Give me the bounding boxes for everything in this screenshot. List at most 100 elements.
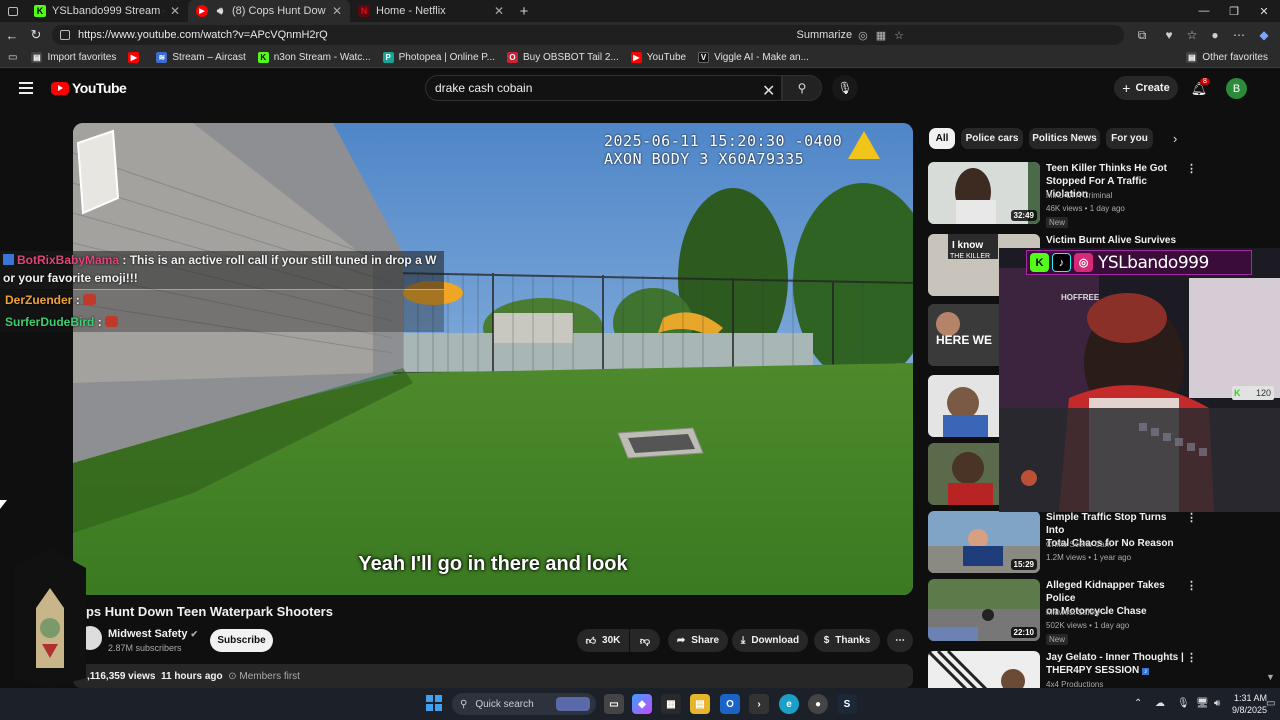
- chip-for-you[interactable]: For you: [1106, 128, 1153, 149]
- chip-politics-news[interactable]: Politics News: [1029, 128, 1100, 149]
- description-box[interactable]: ,116,359 views 11 hours ago ⊙ Members fi…: [73, 664, 913, 688]
- more-vertical-icon[interactable]: ⋮: [1186, 511, 1197, 524]
- chip-police-cars[interactable]: Police cars: [961, 128, 1023, 149]
- channel-name[interactable]: Midwest Safety ✔: [108, 628, 198, 640]
- voice-search-icon[interactable]: 🎙︎: [832, 75, 858, 101]
- taskbar-clock[interactable]: 1:31 AM 9/8/2025: [1232, 692, 1267, 716]
- close-tab-icon[interactable]: ✕: [170, 4, 180, 18]
- account-avatar[interactable]: B: [1226, 78, 1247, 99]
- title-line: Jay Gelato - Inner Thoughts |: [1046, 652, 1184, 663]
- youtube-logo[interactable]: YouTube: [51, 80, 127, 96]
- refresh-icon[interactable]: ↻: [24, 23, 48, 47]
- video-duration: 32:49: [1010, 210, 1037, 221]
- title-line: Simple Traffic Stop Turns Into: [1046, 512, 1167, 536]
- more-vertical-icon[interactable]: ⋮: [1186, 579, 1197, 592]
- notification-center-icon[interactable]: ▭: [1266, 698, 1275, 709]
- workspaces-icon[interactable]: [0, 0, 26, 22]
- summarize-button[interactable]: Summarize ◎ ▦ ☆: [796, 25, 904, 45]
- taskbar-search[interactable]: ⚲ Quick search: [452, 693, 596, 715]
- maximize-button[interactable]: ❐: [1218, 0, 1250, 22]
- thumbnail-art: [928, 651, 1040, 688]
- store-icon[interactable]: ▦: [661, 694, 681, 714]
- speaker-icon[interactable]: 🔊︎: [214, 5, 226, 17]
- microphone-icon[interactable]: 🎙︎: [1177, 698, 1190, 709]
- chip-all[interactable]: All: [929, 128, 955, 149]
- chat-username: BotRixBabyMama: [17, 253, 120, 267]
- more-actions-button[interactable]: ⋯: [887, 629, 913, 652]
- bookmark-youtube[interactable]: ▶ YouTube: [630, 52, 686, 63]
- thanks-button[interactable]: $ Thanks: [814, 629, 880, 652]
- tab-youtube-video[interactable]: ▶ 🔊︎ (8) Cops Hunt Down Teen Waterpark ✕: [188, 0, 350, 22]
- bookmark-viggle[interactable]: V Viggle AI - Make an...: [698, 52, 809, 63]
- view-count: ,116,359 views: [87, 671, 156, 682]
- close-tab-icon[interactable]: ✕: [332, 4, 342, 18]
- tray-app-icon[interactable]: ☁: [1155, 698, 1165, 709]
- bookmark-menu-icon[interactable]: ▭: [8, 52, 17, 63]
- bookmark-photopea[interactable]: P Photopea | Online P...: [382, 52, 495, 63]
- other-favorites[interactable]: ▤ Other favorites: [1186, 52, 1268, 63]
- bookmark-import-favorites[interactable]: ▤ Import favorites: [31, 52, 116, 63]
- stream-logo-overlay: [14, 548, 86, 688]
- bookmark-aircast[interactable]: ≋ Stream – Aircast: [156, 52, 246, 63]
- browser-essentials-icon[interactable]: ♥: [1160, 26, 1178, 44]
- download-button[interactable]: ⤓ Download: [732, 629, 808, 652]
- more-vertical-icon[interactable]: ⋮: [1186, 651, 1197, 664]
- new-tab-button[interactable]: +: [512, 3, 536, 20]
- like-button[interactable]: 👍︎ 30K: [577, 629, 629, 652]
- tab-netflix[interactable]: N Home - Netflix ✕: [350, 0, 512, 22]
- favorite-star-icon[interactable]: ☆: [894, 29, 904, 42]
- recommended-video[interactable]: Jay Gelato - Inner Thoughts | THER4PY SES…: [928, 651, 1212, 688]
- extensions-icon[interactable]: ⧉: [1133, 26, 1151, 44]
- svg-text:I know: I know: [952, 240, 983, 251]
- create-button[interactable]: + Create: [1114, 76, 1178, 100]
- hamburger-menu-icon[interactable]: [19, 82, 33, 94]
- search-button[interactable]: ⚲: [782, 75, 822, 101]
- chevron-right-icon[interactable]: ›: [1173, 131, 1177, 146]
- clear-search-icon[interactable]: ✕: [762, 81, 775, 101]
- dislike-button[interactable]: 👎︎: [630, 629, 660, 652]
- copilot-icon[interactable]: ◆: [1255, 26, 1273, 44]
- clock-time: 1:31 AM: [1234, 693, 1268, 703]
- search-input[interactable]: drake cash cobain: [425, 75, 782, 101]
- close-window-button[interactable]: ✕: [1248, 0, 1280, 22]
- network-icon[interactable]: 🖥︎: [1196, 698, 1209, 709]
- chat-text: : This is an active roll call if your st…: [122, 253, 437, 267]
- music-badge-icon: ♪: [1141, 668, 1150, 675]
- bookmark-obsbot[interactable]: O Buy OBSBOT Tail 2...: [507, 52, 619, 63]
- bookmark-youtube-red[interactable]: ▶: [128, 52, 144, 63]
- file-explorer-icon[interactable]: ▤: [690, 694, 710, 714]
- more-icon[interactable]: ⋯: [1230, 26, 1248, 44]
- copilot-summary-icon: ◎: [858, 29, 868, 42]
- video-player[interactable]: 2025-06-11 15:20:30 -0400 AXON BODY 3 X6…: [73, 123, 913, 595]
- task-view-icon[interactable]: ▭: [604, 694, 624, 714]
- terminal-icon[interactable]: ›: [749, 694, 769, 714]
- extensions-grid-icon[interactable]: ▦: [876, 29, 886, 42]
- bookmark-n3on[interactable]: Kn3on Stream - Watc...: [257, 52, 371, 63]
- youtube-play-icon: [51, 81, 69, 95]
- back-icon[interactable]: ←: [0, 23, 24, 47]
- more-vertical-icon[interactable]: ⋮: [1186, 162, 1197, 175]
- scroll-down-icon[interactable]: ▼: [1266, 672, 1275, 682]
- tab-kick-stream[interactable]: K YSLbando999 Stream - Watch Live ✕: [26, 0, 188, 22]
- obs-icon[interactable]: ●: [808, 694, 828, 714]
- share-button[interactable]: ➦ Share: [668, 629, 728, 652]
- edge-icon[interactable]: e: [779, 694, 799, 714]
- emote-icon: [105, 316, 119, 327]
- tray-chevron-icon[interactable]: ⌃: [1134, 698, 1142, 709]
- copilot-app-icon[interactable]: ◆: [632, 694, 652, 714]
- subscribe-button[interactable]: Subscribe: [210, 629, 273, 652]
- steam-icon[interactable]: S: [837, 694, 857, 714]
- aircast-icon: ≋: [156, 52, 168, 63]
- volume-icon[interactable]: 🔊︎: [1214, 698, 1220, 709]
- plus-icon: +: [1122, 80, 1131, 96]
- favorites-icon[interactable]: ☆: [1183, 26, 1201, 44]
- netflix-icon: N: [358, 5, 370, 17]
- minimize-button[interactable]: —: [1188, 0, 1220, 22]
- windows-start-icon[interactable]: [426, 695, 442, 711]
- outlook-icon[interactable]: O: [720, 694, 740, 714]
- url-field[interactable]: https://www.youtube.com/watch?v=APcVQnmH…: [52, 25, 1124, 45]
- webcam-scene: HOFFREE: [999, 248, 1280, 512]
- profile-icon[interactable]: ●: [1206, 26, 1224, 44]
- title-line: Alleged Kidnapper Takes Police: [1046, 580, 1165, 604]
- close-tab-icon[interactable]: ✕: [494, 4, 504, 18]
